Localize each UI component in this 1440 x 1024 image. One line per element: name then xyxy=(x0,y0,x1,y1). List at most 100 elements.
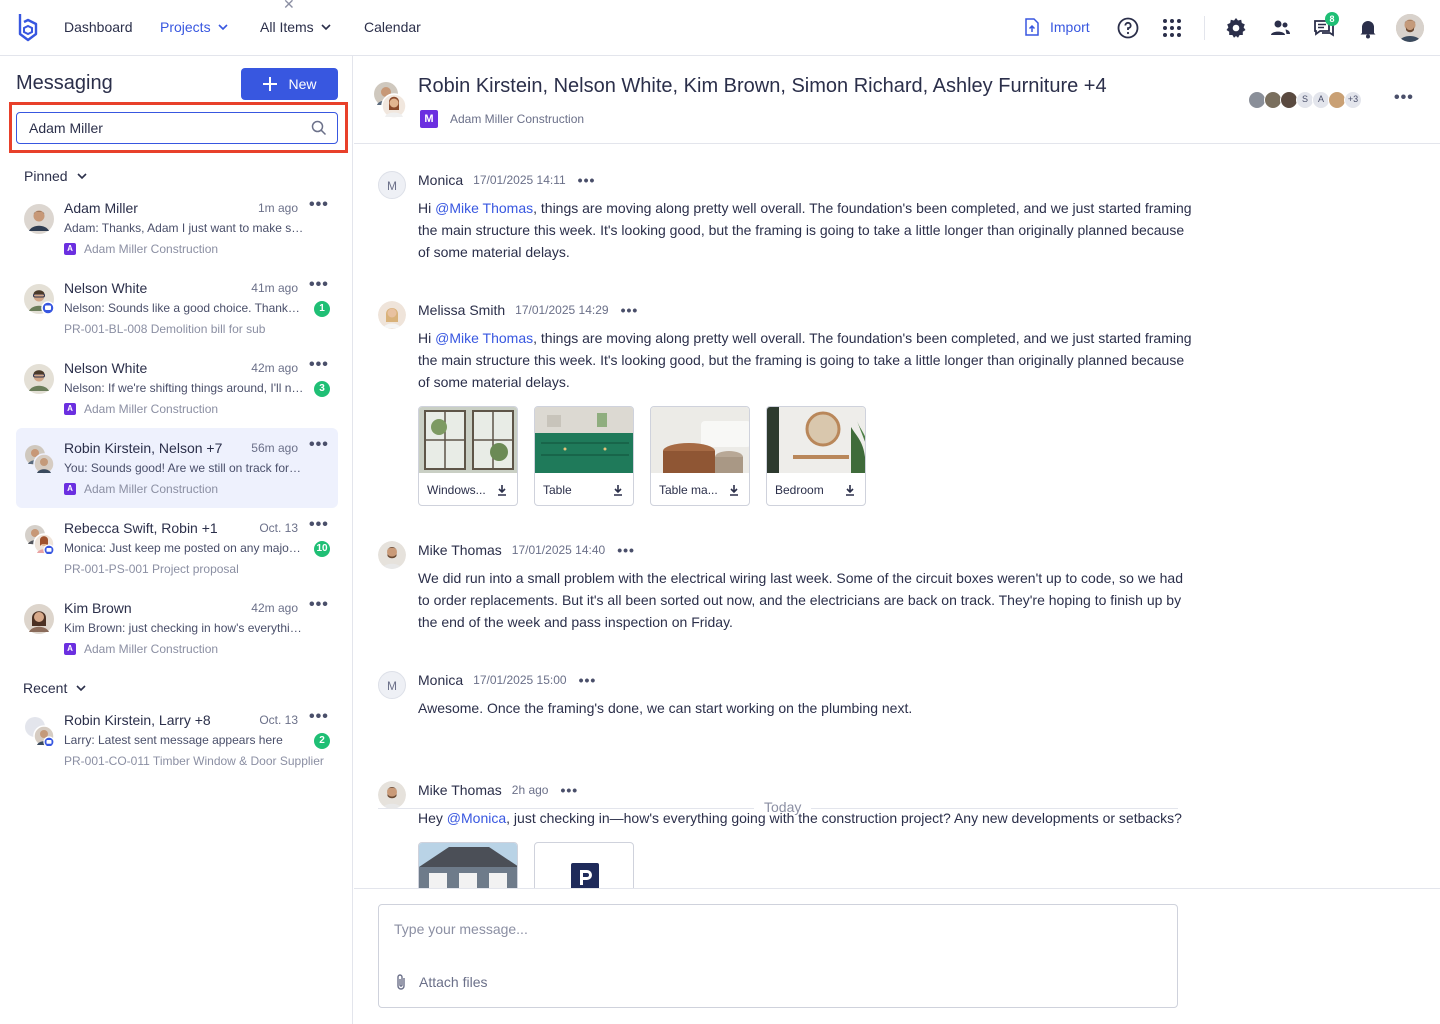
more-options-icon[interactable]: ••• xyxy=(309,596,329,614)
help-icon[interactable] xyxy=(1116,16,1140,40)
search-input[interactable] xyxy=(29,120,299,136)
download-icon[interactable] xyxy=(613,484,623,496)
participants-more: +3 xyxy=(1344,91,1362,109)
avatar: M xyxy=(378,171,406,199)
chevron-down-icon xyxy=(218,24,228,31)
plus-icon xyxy=(263,77,278,91)
document-icon xyxy=(571,863,599,888)
conversation-item[interactable]: Nelson White 42m ago ••• Nelson: If we'r… xyxy=(16,348,338,428)
download-icon[interactable] xyxy=(845,484,855,496)
bell-icon[interactable] xyxy=(1356,16,1380,40)
mention-link[interactable]: @Monica xyxy=(447,810,506,826)
conversation-item[interactable]: Kim Brown 42m ago ••• Kim Brown: just ch… xyxy=(16,588,338,668)
mention-link[interactable]: @Mike Thomas xyxy=(435,200,533,216)
more-options-icon[interactable]: ••• xyxy=(579,672,597,688)
nav-projects[interactable]: Projects xyxy=(160,19,229,35)
app-logo-icon[interactable] xyxy=(16,12,40,44)
participant-avatars[interactable]: S A +3 xyxy=(1248,91,1362,109)
project-tag-icon: A xyxy=(64,403,76,415)
more-options-icon[interactable]: ••• xyxy=(309,516,329,534)
unread-badge: 10 xyxy=(314,541,330,557)
more-options-icon[interactable]: ••• xyxy=(309,196,329,214)
download-icon[interactable] xyxy=(729,484,739,496)
recent-section-toggle[interactable]: Recent xyxy=(23,680,87,696)
file-upload-icon xyxy=(1025,18,1039,36)
top-navigation: ✕ Dashboard Projects All Items Calendar … xyxy=(0,0,1440,56)
avatar xyxy=(24,204,54,234)
nav-calendar[interactable]: Calendar xyxy=(364,19,421,35)
conversation-item[interactable]: Rebecca Swift, Robin +1 Oct. 13 ••• Moni… xyxy=(16,508,338,588)
unread-badge: 3 xyxy=(314,381,330,397)
conversation-item[interactable]: Robin Kirstein, Larry +8 Oct. 13 ••• Lar… xyxy=(16,700,338,780)
avatar xyxy=(24,364,54,394)
conversation-item-selected[interactable]: Robin Kirstein, Nelson +7 56m ago ••• Yo… xyxy=(16,428,338,508)
gear-icon[interactable] xyxy=(1224,16,1248,40)
close-icon[interactable]: ✕ xyxy=(283,0,295,13)
composer-divider xyxy=(354,888,1440,889)
attachment-table[interactable]: Table xyxy=(534,406,634,506)
messaging-sidebar: Messaging New Pinned Adam Miller 1m ago … xyxy=(0,56,353,1024)
avatar xyxy=(24,284,54,314)
message-list[interactable]: M Monica 17/01/2025 14:11 ••• Hi @Mike T… xyxy=(354,145,1440,888)
apps-grid-icon[interactable] xyxy=(1160,16,1184,40)
attachment-windows[interactable]: Windows... xyxy=(418,406,518,506)
more-options-icon[interactable]: ••• xyxy=(309,708,329,726)
search-field[interactable] xyxy=(16,112,338,144)
group-avatar xyxy=(25,525,54,554)
more-options-icon[interactable]: ••• xyxy=(621,302,639,318)
project-tag-icon: A xyxy=(64,483,76,495)
unread-badge: 2 xyxy=(314,733,330,749)
unread-badge: 1 xyxy=(314,301,330,317)
attachment-table-material[interactable]: Table ma... xyxy=(650,406,750,506)
conversation-project[interactable]: Adam Miller Construction xyxy=(450,112,584,126)
message-input[interactable] xyxy=(394,921,1154,945)
attachment-thumbnail xyxy=(419,407,517,473)
more-options-icon[interactable]: ••• xyxy=(617,542,635,558)
attachment-list: Windows... Table Table ma... Bedroom xyxy=(418,406,866,506)
mention-link[interactable]: @Mike Thomas xyxy=(435,330,533,346)
attachment-thumbnail xyxy=(651,407,749,473)
chevron-down-icon xyxy=(76,685,86,692)
attachment-thumbnail xyxy=(419,843,517,888)
nav-all-items[interactable]: All Items xyxy=(260,19,332,35)
attachment-house-image[interactable] xyxy=(418,842,518,888)
users-icon[interactable] xyxy=(1268,16,1292,40)
conversation-header: Robin Kirstein, Nelson White, Kim Brown,… xyxy=(354,56,1440,144)
conversation-item[interactable]: Adam Miller 1m ago ••• Adam: Thanks, Ada… xyxy=(16,188,338,268)
more-options-icon[interactable]: ••• xyxy=(560,782,578,798)
more-options-icon[interactable]: ••• xyxy=(1394,89,1414,107)
pinned-section-toggle[interactable]: Pinned xyxy=(24,168,88,184)
attachment-bedroom[interactable]: Bedroom xyxy=(766,406,866,506)
group-avatar xyxy=(25,717,54,746)
download-icon[interactable] xyxy=(497,484,507,496)
user-avatar[interactable] xyxy=(1396,14,1424,42)
attachment-list xyxy=(418,842,634,888)
attachment-document[interactable] xyxy=(534,842,634,888)
avatar: M xyxy=(378,671,406,699)
group-avatar xyxy=(374,82,407,119)
avatar xyxy=(24,604,54,634)
import-button[interactable]: Import xyxy=(1024,18,1090,36)
messages-badge: 8 xyxy=(1325,12,1339,26)
conversation-title: Robin Kirstein, Nelson White, Kim Brown,… xyxy=(418,75,1107,97)
avatar xyxy=(378,541,406,569)
more-options-icon[interactable]: ••• xyxy=(309,276,329,294)
message-composer: Attach files xyxy=(378,904,1178,1008)
paperclip-icon xyxy=(397,974,405,990)
chevron-down-icon xyxy=(321,24,331,31)
more-options-icon[interactable]: ••• xyxy=(578,172,596,188)
project-tag-icon: M xyxy=(420,110,438,128)
nav-dashboard[interactable]: Dashboard xyxy=(64,19,133,35)
more-options-icon[interactable]: ••• xyxy=(309,436,329,454)
group-avatar xyxy=(25,445,54,474)
conversation-panel: Robin Kirstein, Nelson White, Kim Brown,… xyxy=(354,56,1440,1024)
project-tag-icon: A xyxy=(64,643,76,655)
new-message-button[interactable]: New xyxy=(241,68,338,100)
avatar xyxy=(378,301,406,329)
search-icon[interactable] xyxy=(311,120,327,136)
more-options-icon[interactable]: ••• xyxy=(309,356,329,374)
chevron-down-icon xyxy=(77,173,87,180)
attach-files-button[interactable]: Attach files xyxy=(395,973,487,991)
conversation-item[interactable]: Nelson White 41m ago ••• Nelson: Sounds … xyxy=(16,268,338,348)
project-tag-icon: A xyxy=(64,243,76,255)
